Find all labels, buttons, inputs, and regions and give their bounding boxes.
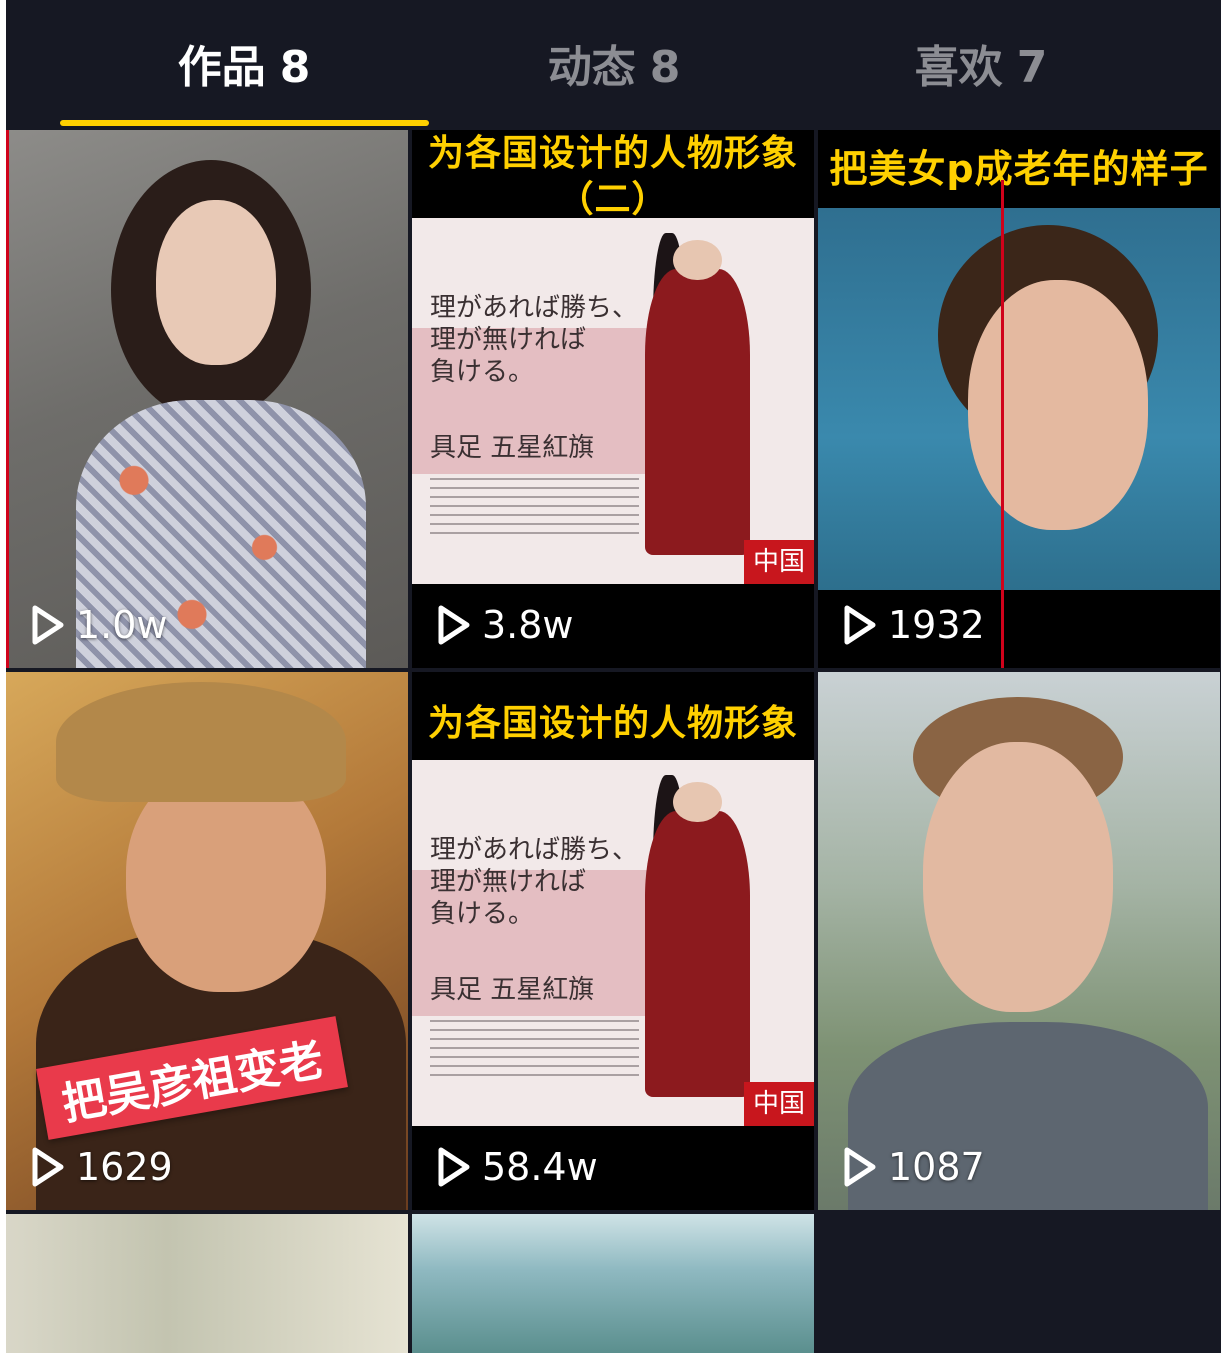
play-icon <box>32 1147 64 1187</box>
video-grid: 1.0w 为各国设计的人物形象 （二） 理があれば勝ち、 理が無ければ 負ける。… <box>6 130 1221 1353</box>
view-count: 1932 <box>842 600 985 650</box>
view-count-text: 1629 <box>76 1145 173 1189</box>
view-count: 58.4w <box>436 1142 598 1192</box>
view-count-text: 1087 <box>888 1145 985 1189</box>
thumbnail-image-detail <box>645 811 750 1097</box>
video-thumbnail-3[interactable]: 把美女p成老年的样子 1932 <box>818 130 1220 668</box>
view-count: 1629 <box>30 1142 173 1192</box>
thumbnail-image-detail <box>923 742 1113 1012</box>
play-icon <box>438 1147 470 1187</box>
thumbnail-image-detail <box>673 239 722 281</box>
play-icon <box>844 1147 876 1187</box>
video-thumbnail-2[interactable]: 为各国设计的人物形象 （二） 理があれば勝ち、 理が無ければ 負ける。 具足 五… <box>412 130 814 668</box>
view-count-text: 1.0w <box>76 603 168 647</box>
view-count-text: 58.4w <box>482 1145 598 1189</box>
poster-text-line: 負ける。 <box>430 357 535 387</box>
thumbnail-image: 理があれば勝ち、 理が無ければ 負ける。 具足 五星紅旗 中国 <box>412 218 814 584</box>
thumbnail-image-detail <box>56 682 346 802</box>
thumbnail-image-detail <box>968 280 1148 530</box>
view-count-text: 1932 <box>888 603 985 647</box>
video-thumbnail-7[interactable] <box>6 1214 408 1353</box>
poster-text-line: 理が無ければ <box>430 867 587 897</box>
poster-text-line: 負ける。 <box>430 899 535 929</box>
tab-moments-count: 8 <box>649 42 681 93</box>
poster-caption: 具足 五星紅旗 <box>430 975 595 1005</box>
poster-caption: 具足 五星紅旗 <box>430 433 595 463</box>
video-thumbnail-1[interactable]: 1.0w <box>6 130 408 668</box>
poster-text-line: 理があれば勝ち、 <box>430 835 639 865</box>
thumbnail-image-detail <box>673 781 722 823</box>
view-count: 1.0w <box>30 600 168 650</box>
view-count: 3.8w <box>436 600 574 650</box>
thumbnail-image-detail <box>156 200 276 365</box>
thumbnail-image <box>6 1214 408 1353</box>
thumbnail-split-line <box>1001 180 1004 668</box>
play-icon <box>844 605 876 645</box>
tab-works-label: 作品 <box>177 42 266 93</box>
poster-text-line: 理が無ければ <box>430 325 587 355</box>
poster-small-text <box>430 1020 640 1076</box>
thumbnail-image-detail <box>645 269 750 555</box>
play-icon <box>438 605 470 645</box>
tab-likes-label: 喜欢 <box>914 42 1003 93</box>
play-icon <box>32 605 64 645</box>
tab-works[interactable]: 作品 8 <box>94 28 394 108</box>
tab-likes-count: 7 <box>1016 42 1048 93</box>
poster-text-line: 理があれば勝ち、 <box>430 293 639 323</box>
thumbnail-image <box>412 1214 814 1353</box>
tab-bar: 作品 8 动态 8 喜欢 7 <box>6 0 1221 130</box>
tab-likes[interactable]: 喜欢 7 <box>831 28 1131 108</box>
video-thumbnail-5[interactable]: 为各国设计的人物形象 理があれば勝ち、 理が無ければ 負ける。 具足 五星紅旗 … <box>412 672 814 1210</box>
video-thumbnail-6[interactable]: 1087 <box>818 672 1220 1210</box>
video-banner-title: 为各国设计的人物形象 <box>427 703 798 744</box>
country-flag-label: 中国 <box>744 540 814 584</box>
poster-small-text <box>430 478 640 534</box>
tab-moments-label: 动态 <box>547 42 636 93</box>
view-count: 1087 <box>842 1142 985 1192</box>
thumbnail-edge-line <box>6 130 9 668</box>
video-thumbnail-8[interactable] <box>412 1214 814 1353</box>
active-tab-indicator <box>60 120 429 126</box>
video-thumbnail-4[interactable]: 把吴彦祖变老 1629 <box>6 672 408 1210</box>
country-flag-label: 中国 <box>744 1082 814 1126</box>
video-banner-subtitle: （二） <box>557 179 669 220</box>
video-banner-title: 把美女p成老年的样子 <box>829 147 1209 191</box>
tab-works-count: 8 <box>279 42 311 93</box>
thumbnail-image: 理があれば勝ち、 理が無ければ 負ける。 具足 五星紅旗 中国 <box>412 760 814 1126</box>
view-count-text: 3.8w <box>482 603 574 647</box>
tab-moments[interactable]: 动态 8 <box>464 28 764 108</box>
profile-screen: 作品 8 动态 8 喜欢 7 1.0w 为各国设计的人物形象 （二） 理があれば… <box>6 0 1221 1353</box>
